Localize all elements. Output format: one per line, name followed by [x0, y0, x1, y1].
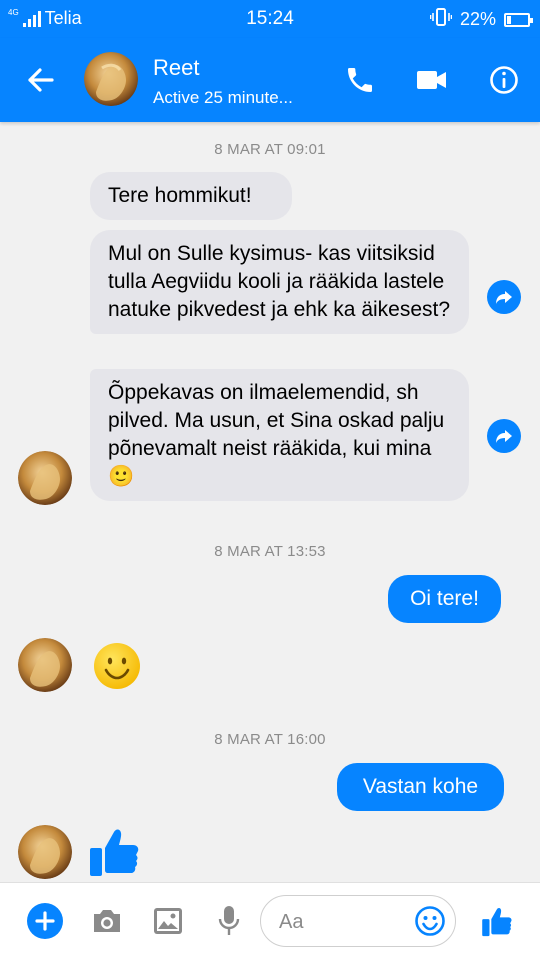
- smiley-emoji-icon[interactable]: [93, 642, 141, 690]
- voice-message-button[interactable]: [211, 903, 247, 939]
- info-icon: [490, 66, 518, 94]
- message-bubble-outgoing[interactable]: Vastan kohe: [337, 763, 504, 811]
- contact-avatar[interactable]: [18, 451, 72, 505]
- thumbs-up-icon: [482, 907, 512, 937]
- camera-button[interactable]: [89, 903, 125, 939]
- timestamp: 8 MAR AT 13:53: [214, 543, 326, 560]
- vibrate-icon: [429, 8, 453, 31]
- battery-icon: [504, 12, 533, 27]
- back-button[interactable]: [22, 62, 62, 98]
- timestamp: 8 MAR AT 16:00: [214, 731, 326, 748]
- voice-call-button[interactable]: [340, 60, 380, 100]
- message-bubble-incoming[interactable]: Õppekavas on ilmaelemendid, sh pilved. M…: [90, 369, 469, 501]
- thumbs-up-icon[interactable]: [88, 822, 144, 880]
- status-right: 22%: [429, 8, 533, 31]
- message-bubble-incoming[interactable]: Mul on Sulle kysimus- kas viitsiksid tul…: [90, 230, 469, 334]
- video-camera-icon: [417, 71, 446, 89]
- message-input[interactable]: [279, 908, 409, 936]
- contact-name[interactable]: Reet: [153, 55, 199, 81]
- phone-icon: [348, 68, 372, 92]
- smiley-icon: [415, 906, 445, 936]
- forward-message-button[interactable]: [487, 280, 521, 314]
- message-bubble-incoming[interactable]: Tere hommikut!: [90, 172, 292, 220]
- send-like-button[interactable]: [478, 901, 518, 941]
- image-icon: [154, 908, 182, 934]
- conversation-header: Reet Active 25 minute...: [0, 38, 540, 122]
- status-bar: 4G Telia 15:24 22%: [0, 0, 540, 38]
- microphone-icon: [218, 906, 240, 935]
- plus-icon: [35, 911, 55, 931]
- timestamp: 8 MAR AT 09:01: [214, 141, 326, 158]
- contact-avatar[interactable]: [18, 638, 72, 692]
- contact-active-status: Active 25 minute...: [153, 88, 293, 107]
- message-composer: [0, 882, 540, 960]
- emoji-picker-button[interactable]: [413, 904, 447, 938]
- video-call-button[interactable]: [412, 60, 452, 100]
- contact-avatar[interactable]: [18, 825, 72, 879]
- gallery-button[interactable]: [150, 903, 186, 939]
- message-input-container[interactable]: [260, 895, 456, 947]
- share-arrow-icon: [496, 430, 512, 443]
- share-arrow-icon: [496, 291, 512, 304]
- conversation-info-button[interactable]: [484, 60, 524, 100]
- message-bubble-outgoing[interactable]: Oi tere!: [388, 575, 501, 623]
- battery-percent: 22%: [459, 9, 496, 29]
- arrow-left-icon: [28, 68, 54, 92]
- contact-avatar[interactable]: [84, 52, 138, 106]
- forward-message-button[interactable]: [487, 419, 521, 453]
- camera-icon: [94, 910, 120, 932]
- more-actions-button[interactable]: [27, 903, 63, 939]
